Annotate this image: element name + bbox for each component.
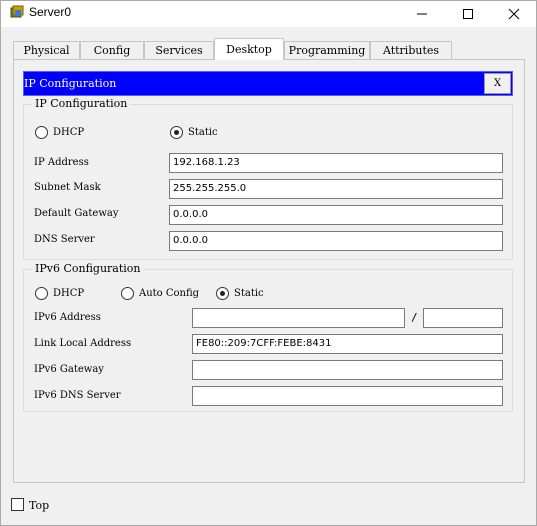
title-bar: Server0 [1, 1, 536, 27]
ipv4-dhcp-label: DHCP [53, 127, 85, 138]
tab-services-label: Services [155, 44, 203, 57]
tab-config-label: Config [93, 44, 131, 57]
minimize-button[interactable] [399, 1, 445, 27]
ipv6-address-input[interactable] [192, 308, 405, 328]
link-local-address-input[interactable]: FE80::209:7CFF:FEBE:8431 [192, 334, 503, 354]
ip-configuration-titlebar: IP Configuration X [23, 71, 513, 96]
server-window: Server0 Physical Config Services Desktop… [0, 0, 537, 526]
ipv4-dhcp-radio[interactable] [35, 126, 48, 139]
tab-attributes[interactable]: Attributes [370, 41, 452, 59]
window-title: Server0 [29, 5, 72, 19]
tab-attributes-label: Attributes [382, 44, 440, 57]
link-local-address-label: Link Local Address [34, 338, 132, 349]
ipv6-dhcp-label: DHCP [53, 288, 85, 299]
ipv6-dns-server-label: IPv6 DNS Server [34, 390, 121, 401]
tab-programming[interactable]: Programming [284, 41, 370, 59]
tab-services[interactable]: Services [144, 41, 214, 59]
ipv6-group-title: IPv6 Configuration [32, 262, 144, 275]
tab-physical-label: Physical [23, 44, 70, 57]
close-window-button[interactable] [491, 1, 537, 27]
ipv4-group-title: IP Configuration [32, 97, 131, 110]
subnet-mask-label: Subnet Mask [34, 182, 101, 193]
ipv4-static-radio[interactable] [170, 126, 183, 139]
ipv4-static-label: Static [188, 127, 218, 138]
maximize-button[interactable] [445, 1, 491, 27]
tab-desktop-label: Desktop [226, 43, 272, 56]
ipv6-static-label: Static [234, 288, 264, 299]
ip-address-input[interactable]: 192.168.1.23 [169, 153, 503, 173]
ipv6-prefix-input[interactable] [423, 308, 503, 328]
ipv6-gateway-label: IPv6 Gateway [34, 364, 104, 375]
tab-config[interactable]: Config [80, 41, 144, 59]
default-gateway-input[interactable]: 0.0.0.0 [169, 205, 503, 225]
ipv6-auto-config-radio[interactable] [121, 287, 134, 300]
server-app-icon [9, 5, 25, 21]
dns-server-label: DNS Server [34, 234, 95, 245]
tab-desktop[interactable]: Desktop [214, 38, 284, 60]
ip-address-label: IP Address [34, 157, 89, 168]
ip-configuration-close-button[interactable]: X [484, 73, 511, 94]
ipv6-gateway-input[interactable] [192, 360, 503, 380]
ipv6-group: IPv6 Configuration DHCP Auto Config Stat… [23, 262, 513, 412]
top-checkbox-label: Top [29, 499, 50, 512]
prefix-separator: / [411, 311, 418, 324]
ip-configuration-title: IP Configuration [24, 77, 117, 90]
top-checkbox[interactable] [11, 498, 24, 511]
ipv6-auto-config-label: Auto Config [139, 288, 200, 299]
subnet-mask-input[interactable]: 255.255.255.0 [169, 179, 503, 199]
ipv6-address-label: IPv6 Address [34, 312, 101, 323]
desktop-panel: IP Configuration X IP Configuration DHCP… [13, 59, 525, 483]
ipv6-dns-server-input[interactable] [192, 386, 503, 406]
tab-physical[interactable]: Physical [13, 41, 80, 59]
tab-programming-label: Programming [288, 44, 366, 57]
ipv6-static-radio[interactable] [216, 287, 229, 300]
ipv4-group: IP Configuration DHCP Static IP Address … [23, 97, 513, 260]
default-gateway-label: Default Gateway [34, 208, 119, 219]
ipv6-dhcp-radio[interactable] [35, 287, 48, 300]
dns-server-input[interactable]: 0.0.0.0 [169, 231, 503, 251]
